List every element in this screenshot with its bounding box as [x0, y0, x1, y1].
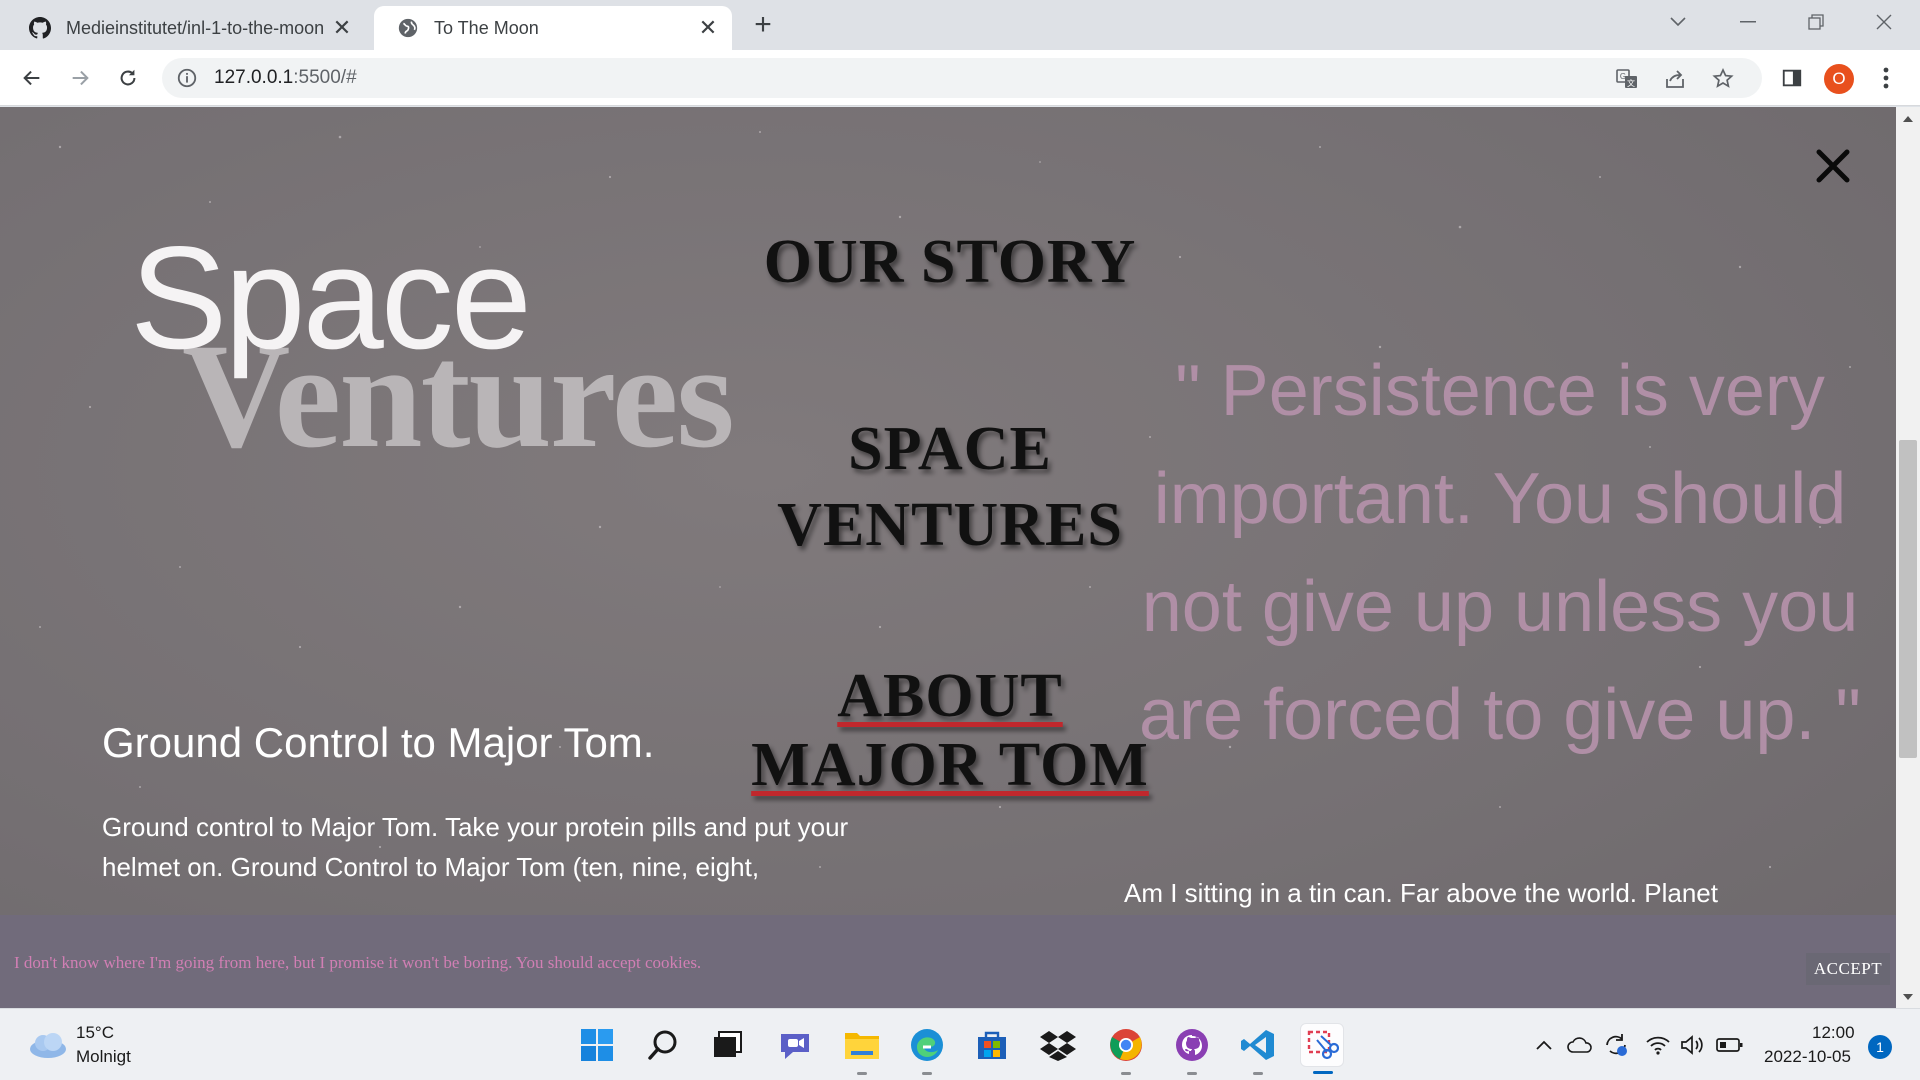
tab-github[interactable]: Medieinstitutet/inl-1-to-the-moon ✕: [6, 6, 366, 50]
running-indicator: [857, 1072, 867, 1075]
close-tab-icon[interactable]: ✕: [330, 15, 354, 40]
file-explorer-icon[interactable]: [840, 1023, 884, 1075]
github-desktop-icon[interactable]: [1170, 1023, 1214, 1075]
nav-space-ventures[interactable]: SPACE VENTURES: [740, 412, 1160, 563]
browser-menu-icon[interactable]: [1876, 62, 1896, 94]
brand-space: Space: [130, 216, 532, 379]
running-indicator: [1121, 1072, 1131, 1075]
github-icon: [28, 16, 52, 40]
running-indicator: [1253, 1072, 1263, 1075]
site-info-icon[interactable]: [176, 67, 198, 89]
task-view-icon[interactable]: [705, 1023, 749, 1067]
clock-time[interactable]: 12:00: [1812, 1023, 1855, 1043]
quote-text: " Persistence is very important. You sho…: [1139, 351, 1861, 755]
close-menu-icon[interactable]: [1814, 147, 1852, 185]
svg-text:文: 文: [1627, 78, 1635, 88]
url-host: 127.0.0.1: [214, 67, 294, 88]
close-window-button[interactable]: [1864, 6, 1904, 38]
minimize-button[interactable]: [1728, 6, 1768, 38]
profile-avatar[interactable]: O: [1824, 64, 1854, 94]
section-heading: Ground Control to Major Tom.: [102, 719, 655, 766]
vscode-icon[interactable]: [1236, 1023, 1280, 1075]
onedrive-cloud-icon[interactable]: [1566, 1031, 1594, 1059]
cookie-banner: I don't know where I'm going from here, …: [0, 915, 1896, 1008]
microsoft-store-icon[interactable]: [970, 1023, 1014, 1067]
snipping-tool-icon[interactable]: [1300, 1023, 1344, 1074]
browser-toolbar: 127.0.0.1:5500/# 文G: [0, 50, 1920, 106]
notification-badge[interactable]: 1: [1868, 1035, 1892, 1059]
weather-description[interactable]: Molnigt: [76, 1047, 131, 1067]
tab-title: Medieinstitutet/inl-1-to-the-moon: [66, 17, 325, 38]
reload-icon[interactable]: [112, 62, 144, 94]
chrome-icon[interactable]: [1104, 1023, 1148, 1075]
clock-date[interactable]: 2022-10-05: [1764, 1047, 1851, 1067]
search-icon[interactable]: [641, 1023, 685, 1067]
new-tab-button[interactable]: +: [748, 10, 778, 40]
restore-button[interactable]: [1796, 6, 1836, 38]
volume-icon[interactable]: [1678, 1031, 1706, 1059]
cloud-weather-icon[interactable]: [26, 1029, 68, 1061]
accept-cookies-button[interactable]: ACCEPT: [1806, 953, 1890, 985]
side-panel-icon[interactable]: [1776, 62, 1808, 94]
tab-to-the-moon[interactable]: To The Moon ✕: [374, 6, 732, 50]
address-bar[interactable]: 127.0.0.1:5500/# 文G: [162, 58, 1762, 98]
edge-icon[interactable]: [905, 1023, 949, 1075]
chevron-up-icon[interactable]: [1530, 1031, 1558, 1059]
sync-icon[interactable]: [1602, 1031, 1630, 1059]
forward-arrow-icon[interactable]: [64, 62, 96, 94]
page-viewport: Ventures Space OUR STORY SPACE VENTURES …: [0, 107, 1896, 1008]
svg-text:G: G: [1620, 72, 1626, 81]
windows-taskbar: 15°C Molnigt 12:00 2022-10-05 1: [0, 1008, 1920, 1080]
tab-search-icon[interactable]: [1658, 6, 1698, 38]
nav-about-line2: MAJOR TOM: [751, 731, 1149, 800]
tab-strip: Medieinstitutet/inl-1-to-the-moon ✕ To T…: [0, 0, 1920, 50]
nav-about-major-tom[interactable]: ABOUT MAJOR TOM: [740, 662, 1160, 801]
translate-icon[interactable]: 文G: [1614, 66, 1640, 92]
url-path: :5500/#: [293, 67, 357, 88]
weather-temperature[interactable]: 15°C: [76, 1023, 114, 1043]
scroll-up-arrow-icon[interactable]: [1900, 112, 1916, 126]
running-indicator: [1313, 1071, 1333, 1074]
running-indicator: [1187, 1072, 1197, 1075]
cookie-message: I don't know where I'm going from here, …: [14, 953, 702, 972]
section-paragraph-right: Am I sitting in a tin can. Far above the…: [1124, 878, 1718, 908]
nav-our-story[interactable]: OUR STORY: [740, 225, 1160, 301]
back-arrow-icon[interactable]: [16, 62, 48, 94]
teams-chat-icon[interactable]: [773, 1023, 817, 1067]
close-tab-icon[interactable]: ✕: [696, 15, 720, 40]
scroll-down-arrow-icon[interactable]: [1900, 990, 1916, 1004]
running-indicator: [922, 1072, 932, 1075]
bookmark-star-icon[interactable]: [1710, 66, 1736, 92]
windows-start-icon[interactable]: [575, 1023, 619, 1067]
nav-about-line1: ABOUT: [837, 662, 1063, 730]
dropbox-icon[interactable]: [1036, 1023, 1080, 1067]
globe-icon: [396, 16, 420, 40]
url-text: 127.0.0.1:5500/#: [214, 67, 357, 89]
tab-title: To The Moon: [434, 17, 539, 38]
wifi-icon[interactable]: [1644, 1031, 1672, 1059]
scrollbar-thumb[interactable]: [1899, 440, 1917, 758]
section-paragraph-left: Ground control to Major Tom. Take your p…: [102, 812, 849, 882]
share-icon[interactable]: [1662, 66, 1688, 92]
battery-icon[interactable]: [1716, 1031, 1744, 1059]
